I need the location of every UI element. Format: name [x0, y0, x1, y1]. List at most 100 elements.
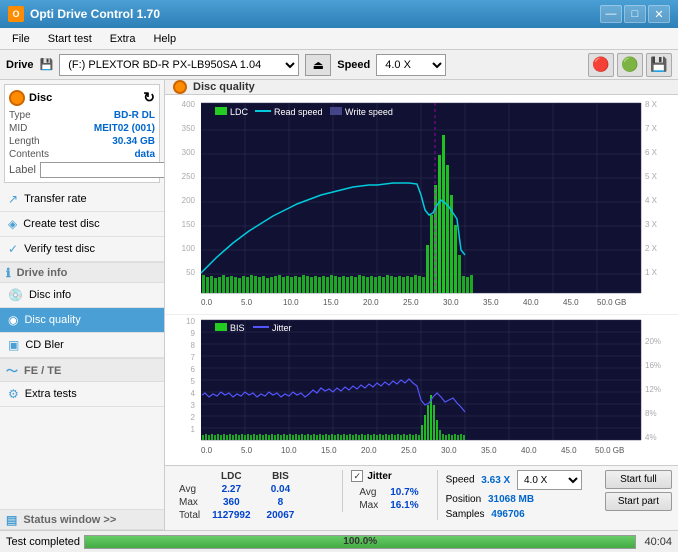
row-avg-label: Avg [171, 483, 204, 496]
extra-tests-icon: ⚙ [8, 387, 19, 401]
row-total-ldc: 1127992 [204, 509, 258, 522]
jitter-max-val: 16.1% [382, 499, 426, 512]
status-window-button[interactable]: ▤ Status window >> [6, 513, 158, 527]
drive-info-icon: ℹ [6, 266, 11, 280]
row-avg-bis: 0.04 [259, 483, 303, 496]
svg-text:5 X: 5 X [645, 172, 658, 181]
start-part-button[interactable]: Start part [605, 492, 672, 511]
svg-text:15.0: 15.0 [323, 298, 339, 307]
samples-value: 496706 [491, 509, 524, 520]
row-max-ldc: 360 [204, 496, 258, 509]
length-value: 30.34 GB [112, 136, 155, 147]
svg-text:0.0: 0.0 [201, 298, 213, 307]
nav-status-window: Status window >> [23, 514, 116, 526]
drive-bar: Drive 💾 (F:) PLEXTOR BD-R PX-LB950SA 1.0… [0, 50, 678, 80]
menu-file[interactable]: File [4, 31, 38, 47]
svg-text:6 X: 6 X [645, 148, 658, 157]
toolbar-icon-2[interactable]: 🟢 [617, 53, 643, 77]
label-input[interactable] [40, 162, 165, 178]
sidebar-item-cd-bler[interactable]: ▣ CD Bler [0, 333, 164, 358]
sidebar-item-transfer-rate[interactable]: ↗ Transfer rate [0, 187, 164, 212]
app-icon: O [8, 6, 24, 22]
toolbar-icon-3[interactable]: 💾 [646, 53, 672, 77]
disc-refresh-icon[interactable]: ↻ [143, 89, 155, 106]
svg-text:350: 350 [182, 124, 196, 133]
svg-text:12%: 12% [645, 385, 661, 394]
svg-text:200: 200 [182, 196, 196, 205]
status-message: Test completed [6, 536, 80, 548]
sidebar-item-drive-info[interactable]: ℹ Drive info [6, 266, 158, 280]
eject-button[interactable]: ⏏ [305, 54, 331, 76]
svg-text:25.0: 25.0 [401, 446, 417, 455]
nav-fe-te: FE / TE [24, 365, 61, 377]
menu-help[interactable]: Help [145, 31, 184, 47]
stats-table: LDC BIS Avg 2.27 0.04 Max 3 [171, 470, 332, 522]
samples-row: Samples 496706 [446, 509, 582, 520]
svg-text:Read speed: Read speed [274, 107, 323, 117]
jitter-max-label: Max [351, 499, 382, 512]
svg-text:8 X: 8 X [645, 100, 658, 109]
disc-info-icon: 💿 [8, 288, 23, 302]
svg-text:40.0: 40.0 [521, 446, 537, 455]
toolbar-icon-1[interactable]: 🔴 [588, 53, 614, 77]
disc-header-label: Disc [29, 92, 52, 104]
contents-value: data [134, 149, 155, 160]
jitter-header-row: Jitter [351, 470, 426, 482]
sidebar-item-create-test-disc[interactable]: ◈ Create test disc [0, 212, 164, 237]
status-bar: Test completed 100.0% 40:04 [0, 530, 678, 552]
bottom-chart-svg: BIS Jitter 10 9 8 7 6 5 4 3 2 1 20% [165, 315, 678, 465]
svg-text:BIS: BIS [230, 323, 245, 333]
progress-text: 100.0% [85, 536, 635, 548]
svg-text:3 X: 3 X [645, 220, 658, 229]
verify-test-disc-icon: ✓ [8, 242, 18, 256]
sidebar-item-disc-quality[interactable]: ◉ Disc quality [0, 308, 164, 333]
start-full-button[interactable]: Start full [605, 470, 672, 489]
title-bar: O Opti Drive Control 1.70 — □ ✕ [0, 0, 678, 28]
svg-text:7: 7 [191, 353, 196, 362]
svg-text:30.0: 30.0 [443, 298, 459, 307]
minimize-button[interactable]: — [600, 5, 622, 23]
row-max-label: Max [171, 496, 204, 509]
svg-text:250: 250 [182, 172, 196, 181]
sidebar-item-extra-tests[interactable]: ⚙ Extra tests [0, 382, 164, 407]
disc-icon [9, 90, 25, 106]
speed-select[interactable]: 4.0 X [376, 54, 446, 76]
svg-text:20.0: 20.0 [361, 446, 377, 455]
row-max-bis: 8 [259, 496, 303, 509]
app-title: Opti Drive Control 1.70 [30, 7, 160, 21]
menu-extra[interactable]: Extra [102, 31, 144, 47]
disc-quality-header: Disc quality [165, 80, 678, 95]
speed-info-select[interactable]: 4.0 X [517, 470, 582, 490]
drive-icon: 💾 [40, 58, 54, 71]
menu-start-test[interactable]: Start test [40, 31, 100, 47]
jitter-section: Jitter Avg 10.7% Max 16.1% [342, 470, 426, 512]
svg-text:2 X: 2 X [645, 244, 658, 253]
type-value: BD-R DL [114, 110, 155, 121]
position-value: 31068 MB [488, 494, 534, 505]
svg-text:45.0: 45.0 [563, 298, 579, 307]
transfer-rate-icon: ↗ [8, 192, 18, 206]
svg-text:30.0: 30.0 [441, 446, 457, 455]
svg-text:150: 150 [182, 220, 196, 229]
svg-text:3: 3 [191, 401, 196, 410]
table-row: Avg 2.27 0.04 [171, 483, 332, 496]
nav-create-test-disc: Create test disc [23, 218, 99, 230]
svg-text:4%: 4% [645, 433, 657, 442]
label-label: Label [9, 164, 36, 176]
speed-info-value: 3.63 X [481, 475, 510, 486]
speed-label: Speed [337, 59, 370, 71]
row-total-label: Total [171, 509, 204, 522]
disc-panel: Disc ↻ Type BD-R DL MID MEIT02 (001) Len… [4, 84, 160, 183]
jitter-checkbox[interactable] [351, 470, 363, 482]
svg-text:9: 9 [191, 329, 196, 338]
sidebar-item-disc-info[interactable]: 💿 Disc info [0, 283, 164, 308]
maximize-button[interactable]: □ [624, 5, 646, 23]
svg-text:50.0 GB: 50.0 GB [595, 446, 624, 455]
sidebar-item-fe-te[interactable]: 〜 FE / TE [6, 362, 158, 379]
drive-select[interactable]: (F:) PLEXTOR BD-R PX-LB950SA 1.04 [59, 54, 299, 76]
close-button[interactable]: ✕ [648, 5, 670, 23]
sidebar-item-verify-test-disc[interactable]: ✓ Verify test disc [0, 237, 164, 262]
svg-text:25.0: 25.0 [403, 298, 419, 307]
svg-text:4 X: 4 X [645, 196, 658, 205]
disc-quality-icon: ◉ [8, 313, 18, 327]
